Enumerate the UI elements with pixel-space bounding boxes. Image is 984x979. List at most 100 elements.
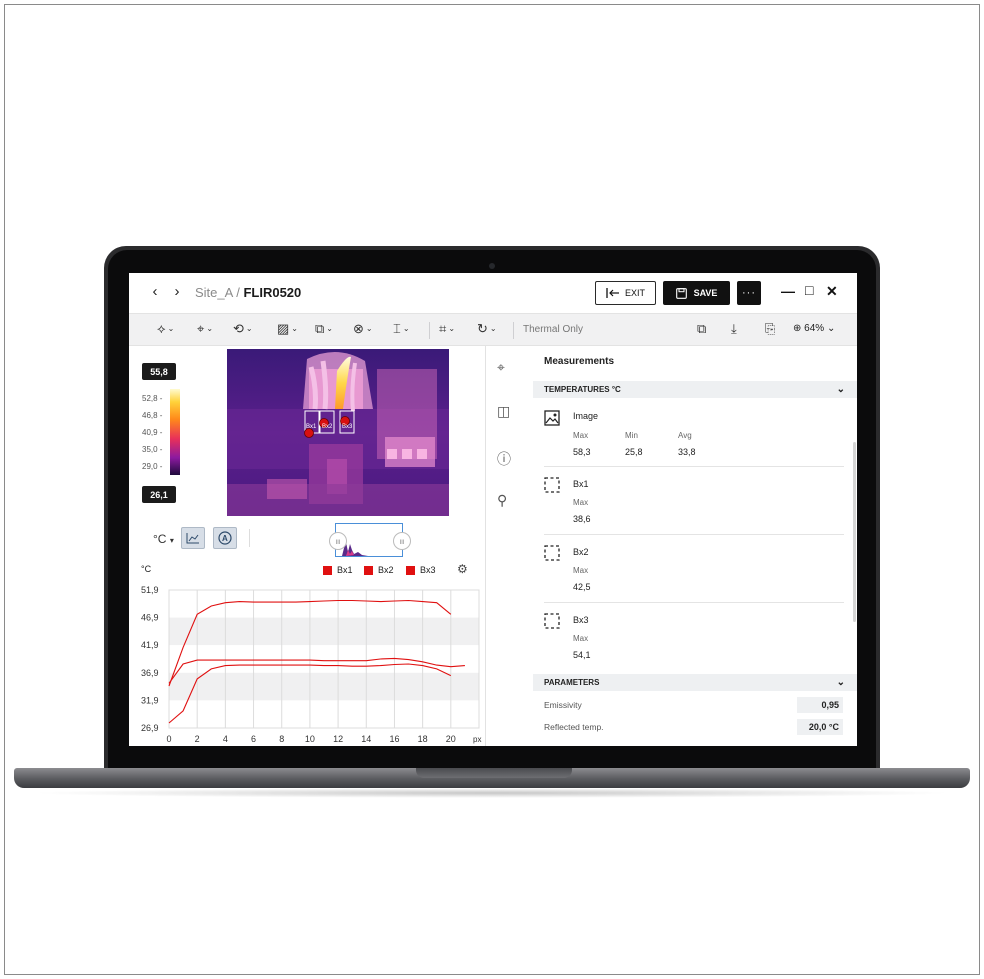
more-button[interactable]: ··· [737, 281, 761, 305]
x-tick-label: 8 [279, 734, 284, 744]
laptop-shadow [30, 788, 954, 798]
image-icon [544, 410, 560, 426]
avg-label: Avg [678, 431, 692, 440]
fusion-tool-icon[interactable]: ⊗ ⌄ [353, 321, 373, 337]
unit-label: °C [153, 532, 167, 546]
line-profile-button[interactable] [181, 527, 205, 549]
y-tick-label: 51,9 [141, 585, 159, 595]
unit-selector[interactable]: °C ▾ [153, 532, 174, 546]
breadcrumb-current: FLIR0520 [243, 285, 302, 300]
spot-tool-icon[interactable]: ⌖ ⌄ [197, 321, 213, 337]
compare-icon[interactable]: ◫ [497, 403, 510, 420]
image-mode-label[interactable]: Thermal Only [523, 324, 583, 335]
scale-tick: 29,0 - [142, 462, 163, 471]
histogram-right-handle[interactable]: ıı [393, 532, 411, 550]
crosshair-icon[interactable]: ⌖ [497, 359, 505, 376]
maximize-icon[interactable]: □ [805, 282, 813, 298]
zoom-level: 64% [804, 323, 825, 334]
profile-chart[interactable]: 51,9 46,9 41,9 36,9 31,9 26,9 0 2 4 6 8 10 12 14 16 18 2… [129, 574, 485, 746]
chevron-down-icon: ⌄ [826, 323, 836, 334]
param-label-reflected-temp: Reflected temp. [544, 722, 604, 732]
toolbar-divider [429, 322, 430, 339]
box-label-bx2: Bx2 [322, 424, 333, 430]
zoom-control[interactable]: ⊕ 64% ⌄ [793, 323, 835, 334]
line-chart-icon [186, 533, 199, 544]
crop-tool-icon[interactable]: ⌗ ⌄ [439, 321, 455, 337]
scrollbar[interactable] [853, 442, 856, 622]
section-title: PARAMETERS [544, 678, 600, 687]
scale-tick: 46,8 - [142, 411, 163, 420]
pane-divider [485, 346, 486, 746]
scale-max-value[interactable]: 55,8 [142, 363, 176, 380]
x-tick-label: 18 [418, 734, 428, 744]
rotate-tool-icon[interactable]: ⟲ ⌄ [233, 321, 253, 337]
x-tick-label: 10 [305, 734, 315, 744]
bx3-max-value: 54,1 [573, 650, 591, 660]
x-tick-label: 4 [223, 734, 228, 744]
measurement-name[interactable]: Bx1 [573, 479, 589, 489]
toolbar-divider [513, 322, 514, 339]
x-tick-label: 2 [195, 734, 200, 744]
color-scale-bar[interactable] [170, 389, 180, 475]
histogram-left-handle[interactable]: ıı [329, 532, 347, 550]
divider [544, 602, 844, 603]
copy-icon[interactable]: ⧉ [697, 321, 706, 337]
info-icon[interactable]: ⓘ [497, 449, 511, 469]
scale-min-value[interactable]: 26,1 [142, 486, 176, 503]
x-tick-label: 14 [361, 734, 371, 744]
grid-band [169, 672, 479, 701]
exit-label: EXIT [624, 288, 645, 298]
close-icon[interactable]: ✕ [826, 283, 838, 300]
scale-tick: 40,9 - [142, 428, 163, 437]
shape-tool-icon[interactable]: ⧉ ⌄ [315, 321, 333, 337]
image-pane: 55,8 52,8 - 46,8 - 40,9 - 35,0 - 29,0 - … [129, 346, 485, 746]
thermometer-tool-icon[interactable]: ⌶ ⌄ [393, 321, 410, 337]
svg-text:A: A [222, 534, 228, 543]
measure-tool-icon[interactable]: ⟡ ⌄ [157, 321, 174, 337]
exit-button[interactable]: EXIT [595, 281, 656, 305]
back-icon[interactable]: ‹ [149, 283, 161, 300]
document-icon[interactable]: ⎘ [765, 321, 775, 337]
max-label: Max [573, 634, 589, 643]
chevron-down-icon: ⌄ [836, 677, 845, 688]
more-icon: ··· [742, 287, 756, 299]
thermal-image[interactable]: Bx1 Bx2 Bx3 [227, 349, 449, 516]
temperatures-header[interactable]: TEMPERATURES °C ⌄ [533, 381, 857, 398]
location-pin-icon[interactable]: ⚲ [497, 492, 507, 509]
y-tick-label: 26,9 [141, 723, 159, 733]
bx2-max-value: 42,5 [573, 582, 591, 592]
transform-tool-icon[interactable]: ↻ ⌄ [477, 321, 497, 337]
panel-title: Measurements [544, 356, 615, 367]
image-max-value: 58,3 [573, 447, 591, 457]
laptop-chin [129, 746, 857, 754]
laptop-notch [416, 768, 572, 778]
param-value-reflected-temp[interactable]: 20,0 °C [797, 719, 843, 735]
palette-tool-icon[interactable]: ▨ ⌄ [277, 321, 298, 337]
parameters-header[interactable]: PARAMETERS ⌄ [533, 674, 857, 691]
y-tick-label: 41,9 [141, 640, 159, 650]
min-label: Min [625, 431, 638, 440]
grid-band [169, 645, 479, 673]
grid-band [169, 617, 479, 646]
breadcrumb: Site_A / FLIR0520 [195, 285, 301, 300]
measurement-name: Image [573, 411, 599, 421]
measurement-name[interactable]: Bx2 [573, 547, 589, 557]
max-label: Max [573, 498, 589, 507]
divider [544, 466, 844, 467]
auto-adjust-button[interactable]: A [213, 527, 237, 549]
param-value-emissivity[interactable]: 0,95 [797, 697, 843, 713]
import-icon[interactable]: ⤓ [731, 321, 737, 337]
measurement-name[interactable]: Bx3 [573, 615, 589, 625]
forward-icon[interactable]: › [171, 283, 183, 300]
minimize-icon[interactable]: — [781, 283, 795, 299]
x-tick-label: 0 [166, 734, 171, 744]
divider [544, 534, 844, 535]
title-bar: ‹ › Site_A / FLIR0520 EXIT SAVE ··· — □ … [129, 273, 857, 313]
save-button[interactable]: SAVE [663, 281, 730, 305]
auto-icon: A [218, 531, 232, 545]
grid-band [169, 700, 479, 728]
y-tick-label: 46,9 [141, 613, 159, 623]
box-area-icon [544, 477, 560, 493]
breadcrumb-parent[interactable]: Site_A [195, 285, 233, 300]
x-unit-label: px [473, 735, 481, 744]
